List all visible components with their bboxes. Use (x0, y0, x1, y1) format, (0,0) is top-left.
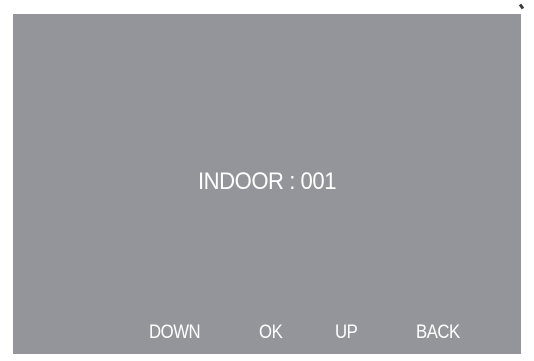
down-button[interactable]: DOWN (149, 318, 201, 348)
softkey-bar: DOWN OK UP BACK (13, 318, 521, 348)
back-button[interactable]: BACK (416, 318, 460, 348)
indoor-unit-label: INDOOR : 001 (197, 168, 337, 195)
corner-mark (518, 3, 525, 10)
lcd-screen: INDOOR : 001 DOWN OK UP BACK (13, 14, 521, 354)
ok-button[interactable]: OK (259, 318, 283, 348)
up-button[interactable]: UP (335, 318, 358, 348)
page: INDOOR : 001 DOWN OK UP BACK (0, 0, 534, 361)
